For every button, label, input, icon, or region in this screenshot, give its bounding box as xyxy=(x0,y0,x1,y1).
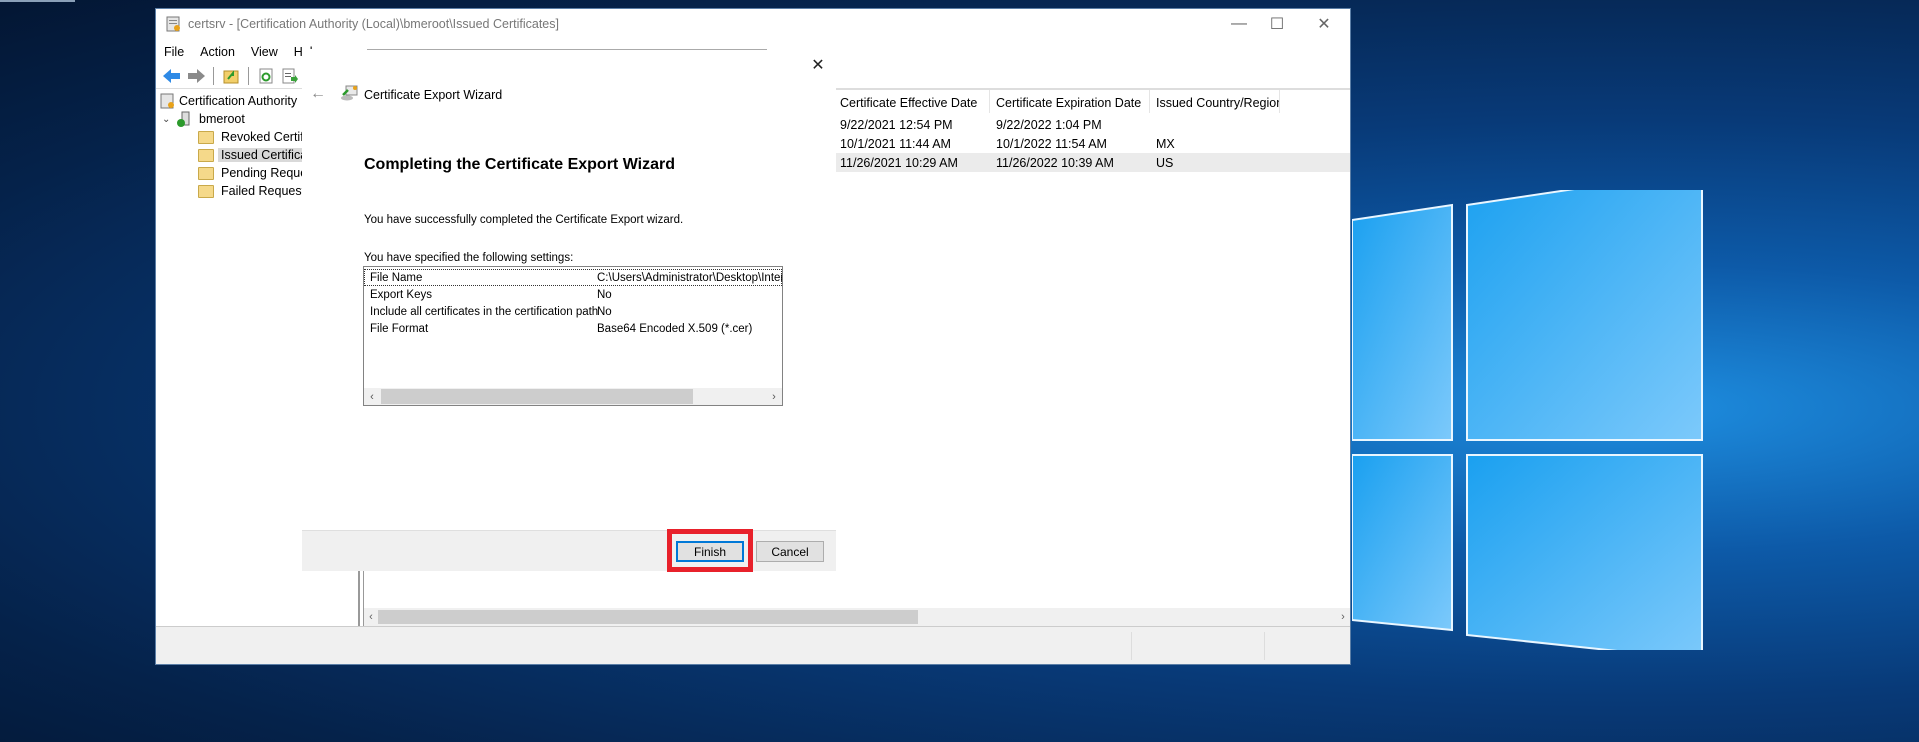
wizard-back-button[interactable]: ← xyxy=(310,85,326,103)
cell-effective: 11/26/2021 10:29 AM xyxy=(840,155,958,170)
cell-expiration: 9/22/2022 1:04 PM xyxy=(996,117,1102,132)
windows-logo-wallpaper xyxy=(1352,190,1703,650)
server-icon xyxy=(177,111,190,127)
settings-row[interactable]: Export Keys No xyxy=(364,286,782,303)
status-segment xyxy=(1131,632,1132,660)
scroll-left-icon[interactable]: ‹ xyxy=(364,608,378,626)
wizard-close-button[interactable]: ✕ xyxy=(808,55,828,75)
menu-view[interactable]: View xyxy=(243,45,286,59)
scroll-right-icon[interactable]: › xyxy=(1336,608,1350,626)
forward-icon[interactable] xyxy=(186,66,206,86)
tree-item-pending[interactable]: Pending Reques xyxy=(198,164,316,182)
setting-key: Include all certificates in the certific… xyxy=(370,305,599,318)
folder-icon xyxy=(198,166,214,180)
toolbar-separator xyxy=(213,67,214,85)
tree-ca-label: bmeroot xyxy=(199,112,245,126)
cell-expiration: 10/1/2022 11:54 AM xyxy=(996,136,1107,151)
export-wizard-icon xyxy=(341,85,358,101)
folder-icon xyxy=(198,130,214,144)
cell-expiration: 11/26/2022 10:39 AM xyxy=(996,155,1114,170)
settings-row[interactable]: File Format Base64 Encoded X.509 (*.cer) xyxy=(364,320,782,337)
setting-value: No xyxy=(597,288,612,301)
cell-effective: 10/1/2021 11:44 AM xyxy=(840,136,951,151)
scroll-right-icon[interactable]: › xyxy=(766,388,782,405)
settings-list[interactable]: File Name C:\Users\Administrator\Desktop… xyxy=(363,266,783,406)
setting-key: File Format xyxy=(370,322,429,335)
list-horizontal-scrollbar[interactable]: ‹ › xyxy=(364,608,1350,626)
wizard-success-text: You have successfully completed the Cert… xyxy=(364,214,684,226)
setting-value: No xyxy=(597,305,612,318)
toolbar-separator xyxy=(248,67,249,85)
scroll-left-icon[interactable]: ‹ xyxy=(364,388,380,405)
up-folder-icon[interactable] xyxy=(221,66,241,86)
setting-value: C:\Users\Administrator\Desktop\Interr xyxy=(597,271,782,284)
title-bar[interactable]: certsrv - [Certification Authority (Loca… xyxy=(156,9,1350,39)
folder-icon xyxy=(198,184,214,198)
chevron-down-icon[interactable]: ⌄ xyxy=(162,114,176,125)
back-icon[interactable] xyxy=(162,66,182,86)
tree-ca-node[interactable]: ⌄ bmeroot xyxy=(162,110,248,128)
menu-file[interactable]: File xyxy=(156,45,192,59)
folder-icon xyxy=(198,148,214,162)
scrollbar-thumb[interactable] xyxy=(381,389,693,404)
wizard-title: Certificate Export Wizard xyxy=(364,88,503,102)
certsrv-app-icon xyxy=(166,16,180,32)
wizard-top-border xyxy=(367,49,767,50)
certification-authority-icon xyxy=(160,93,174,109)
column-header-country[interactable]: Issued Country/Region xyxy=(1150,90,1280,113)
setting-value: Base64 Encoded X.509 (*.cer) xyxy=(597,322,753,335)
finish-button[interactable]: Finish xyxy=(676,541,744,562)
menu-action[interactable]: Action xyxy=(192,45,243,59)
maximize-button[interactable]: ☐ xyxy=(1254,9,1300,39)
status-bar xyxy=(156,626,1350,664)
tree-root-label: Certification Authority xyxy=(179,94,298,108)
wizard-heading: Completing the Certificate Export Wizard xyxy=(364,156,675,173)
cell-country: MX xyxy=(1156,136,1175,151)
tree-item-issued[interactable]: Issued Certificat xyxy=(198,146,314,164)
wizard-settings-label: You have specified the following setting… xyxy=(364,252,574,264)
column-header-effective[interactable]: Certificate Effective Date xyxy=(834,90,990,113)
status-segment xyxy=(1264,632,1265,660)
tree-item-label: Failed Requests xyxy=(221,184,312,198)
settings-horizontal-scrollbar[interactable]: ‹ › xyxy=(364,388,782,405)
tree-item-label: Issued Certificat xyxy=(218,148,314,162)
wizard-footer: Finish Cancel xyxy=(302,529,836,572)
scrollbar-thumb[interactable] xyxy=(378,610,918,624)
setting-key: File Name xyxy=(370,271,423,284)
export-list-icon[interactable] xyxy=(280,66,300,86)
cell-country: US xyxy=(1156,155,1174,170)
setting-key: Export Keys xyxy=(370,288,432,301)
column-header-expiration[interactable]: Certificate Expiration Date xyxy=(990,90,1150,113)
desktop-edge xyxy=(0,0,75,2)
settings-row[interactable]: File Name C:\Users\Administrator\Desktop… xyxy=(364,269,782,286)
tree-item-revoked[interactable]: Revoked Certific xyxy=(198,128,316,146)
tree-item-failed[interactable]: Failed Requests xyxy=(198,182,314,200)
close-button[interactable]: ✕ xyxy=(1301,9,1347,39)
certificate-export-wizard: ✕ ← Certificate Export Wizard Completing… xyxy=(302,49,836,572)
tree-root[interactable]: Certification Authority xyxy=(160,92,300,110)
cell-effective: 9/22/2021 12:54 PM xyxy=(840,117,953,132)
cancel-button[interactable]: Cancel xyxy=(756,541,824,562)
window-title: certsrv - [Certification Authority (Loca… xyxy=(188,17,559,31)
refresh-icon[interactable] xyxy=(256,66,276,86)
settings-row[interactable]: Include all certificates in the certific… xyxy=(364,303,782,320)
